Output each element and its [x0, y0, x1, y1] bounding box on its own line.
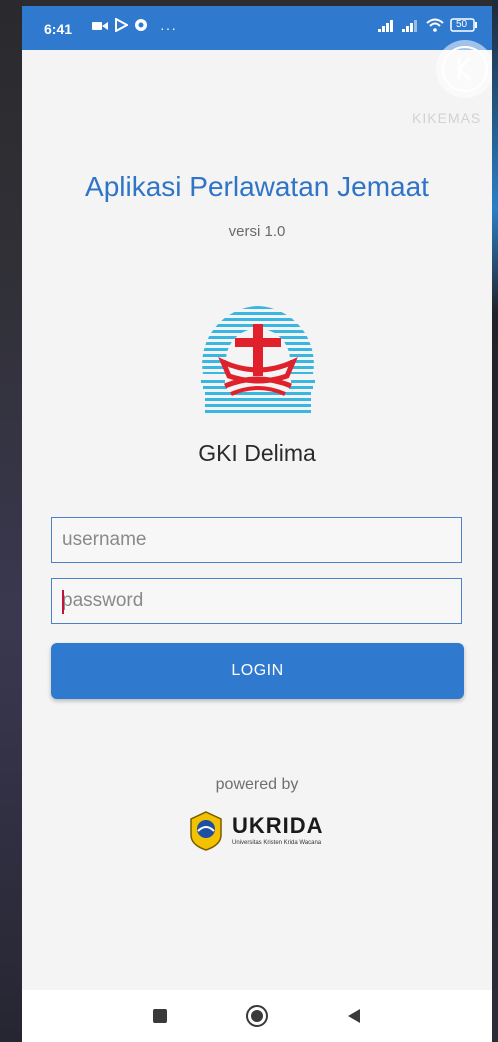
status-time: 6:41 — [44, 21, 73, 37]
play-store-icon — [114, 17, 130, 37]
status-bar: 6:41 ··· 50 — [22, 6, 492, 50]
sponsor-logo: UKRIDA Universitas Kristen Krida Wacana — [188, 809, 328, 853]
login-button[interactable]: LOGIN — [51, 643, 464, 699]
password-field-container — [51, 578, 462, 624]
app-version: versi 1.0 — [228, 223, 286, 240]
wifi-icon — [426, 18, 444, 37]
text-cursor — [62, 590, 64, 614]
powered-by-label: powered by — [215, 776, 299, 793]
phone-screen: 6:41 ··· 50 KIKEMAS Aplikasi Perlawatan … — [22, 6, 492, 1042]
watermark-logo-icon — [436, 40, 492, 98]
battery-level: 50 — [456, 19, 468, 30]
username-input[interactable] — [52, 518, 461, 562]
church-logo-icon — [195, 302, 321, 422]
backdrop-right — [492, 0, 498, 1042]
signal-2-icon — [402, 19, 420, 37]
more-notifications-icon: ··· — [160, 19, 177, 36]
app-title: Aplikasi Perlawatan Jemaat — [85, 171, 429, 202]
navigation-bar — [22, 990, 492, 1042]
watermark-text: KIKEMAS — [412, 110, 482, 126]
ukrida-emblem-icon — [188, 811, 224, 851]
circle-icon[interactable] — [243, 1002, 271, 1030]
video-camera-icon — [92, 19, 108, 37]
username-field-container — [51, 517, 462, 563]
password-input[interactable] — [52, 579, 461, 623]
church-name: GKI Delima — [198, 440, 316, 466]
square-icon[interactable] — [146, 1002, 174, 1030]
sponsor-name: UKRIDA — [232, 813, 324, 838]
battery-icon: 50 — [450, 18, 478, 37]
triangle-back-icon[interactable] — [340, 1002, 368, 1030]
signal-1-icon — [378, 19, 396, 37]
backdrop-left — [0, 0, 22, 1042]
chrome-icon — [134, 18, 148, 37]
sponsor-tagline: Universitas Kristen Krida Wacana — [232, 840, 322, 846]
